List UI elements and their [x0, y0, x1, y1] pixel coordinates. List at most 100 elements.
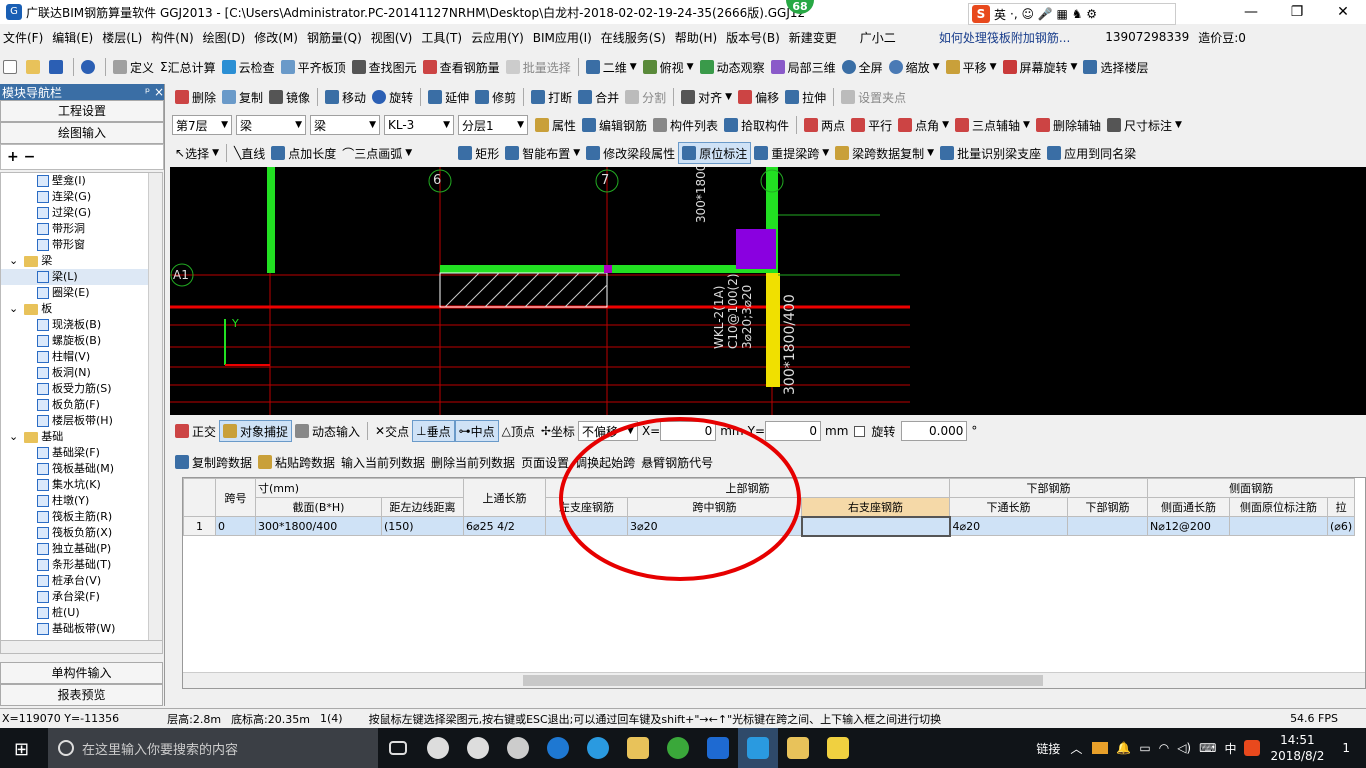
menu-tools[interactable]: 工具(T): [418, 29, 465, 46]
local-3d-button[interactable]: 局部三维: [768, 56, 839, 78]
menu-new-change[interactable]: 新建变更: [786, 29, 840, 46]
tree-item[interactable]: 基础梁(F): [1, 445, 162, 461]
trim-button[interactable]: 修剪: [472, 86, 519, 108]
smart-place-button[interactable]: 智能布置 ▼: [502, 142, 583, 164]
pick-member-button[interactable]: 拾取构件: [721, 114, 792, 136]
midpoint-snap[interactable]: ⊶ 中点: [454, 420, 499, 442]
input-column-button[interactable]: 输入当前列数据: [338, 451, 428, 473]
tree-item[interactable]: 圈梁(E): [1, 285, 162, 301]
dynamic-view-button[interactable]: 动态观察: [697, 56, 768, 78]
menu-help[interactable]: 帮助(H): [672, 29, 720, 46]
chevron-down-icon[interactable]: ⌄: [9, 253, 18, 269]
cell-top-through[interactable]: 6⌀25 4/2: [463, 516, 546, 536]
tray-bell-icon[interactable]: 🔔: [1116, 741, 1131, 755]
user-phone[interactable]: 13907298339: [1102, 30, 1192, 44]
member-list-button[interactable]: 构件列表: [650, 114, 721, 136]
cad-canvas[interactable]: 6 7 A1 Y 300*1800 300*1800/400 WKL-2(1A)…: [170, 167, 1366, 415]
cell-bottom[interactable]: [1067, 516, 1148, 536]
tree-item[interactable]: 板负筋(F): [1, 397, 162, 413]
re-extract-span-button[interactable]: 重提梁跨 ▼: [751, 142, 832, 164]
tree-item[interactable]: 柱帽(V): [1, 349, 162, 365]
ie-blue-app-icon[interactable]: [578, 728, 618, 768]
tree-item[interactable]: 板洞(N): [1, 365, 162, 381]
align-top-button[interactable]: 平齐板顶: [278, 56, 349, 78]
rotate-button[interactable]: 旋转: [369, 86, 416, 108]
tray-monitor-icon[interactable]: [1092, 742, 1109, 754]
tree-item[interactable]: 板受力筋(S): [1, 381, 162, 397]
properties-button[interactable]: 属性: [532, 114, 579, 136]
edit-rebar-button[interactable]: 编辑钢筋: [579, 114, 650, 136]
tree-item[interactable]: 带形洞: [1, 221, 162, 237]
expand-collapse-icons[interactable]: + −: [0, 144, 164, 170]
cell-side-inplace[interactable]: [1229, 516, 1328, 536]
dimension-button[interactable]: 尺寸标注 ▼: [1104, 114, 1185, 136]
open-file-button[interactable]: [23, 56, 46, 78]
point-length-button[interactable]: 点加长度: [268, 142, 339, 164]
select-button[interactable]: ↖ 选择 ▼: [172, 142, 222, 164]
align-button[interactable]: 对齐 ▼: [678, 86, 735, 108]
layer-select[interactable]: 分层1 ▼: [458, 115, 528, 135]
stretch-button[interactable]: 拉伸: [782, 86, 829, 108]
table-hscrollbar[interactable]: [183, 672, 1365, 688]
find-element-button[interactable]: 查找图元: [349, 56, 420, 78]
pin-close-icon[interactable]: ᵖ ×: [145, 85, 164, 99]
move-button[interactable]: 移动: [322, 86, 369, 108]
cell-section[interactable]: 300*1800/400: [255, 516, 382, 536]
tree-item[interactable]: 筏板主筋(R): [1, 509, 162, 525]
type-select[interactable]: 梁 ▼: [310, 115, 380, 135]
tree-item[interactable]: 条形基础(T): [1, 557, 162, 573]
tree-folder[interactable]: ⌄ 梁: [1, 253, 162, 269]
member-select[interactable]: KL-3 ▼: [384, 115, 454, 135]
point-angle-button[interactable]: 点角 ▼: [895, 114, 952, 136]
tree-item[interactable]: 独立基础(P): [1, 541, 162, 557]
offset-button[interactable]: 偏移: [735, 86, 782, 108]
split-button[interactable]: 分割: [622, 86, 669, 108]
tree-item[interactable]: 集水坑(K): [1, 477, 162, 493]
task-view-icon[interactable]: [378, 728, 418, 768]
tree-folder[interactable]: ⌄ 板: [1, 301, 162, 317]
notification-count[interactable]: 1: [1342, 741, 1350, 755]
cloud-check-button[interactable]: 云检查: [219, 56, 278, 78]
tree-item[interactable]: 现浇板(B): [1, 317, 162, 333]
tree-item[interactable]: 柱墩(Y): [1, 493, 162, 509]
tray-keyboard-icon[interactable]: ⌨: [1199, 741, 1216, 755]
copy-button[interactable]: 复制: [219, 86, 266, 108]
tray-sogou-icon[interactable]: [1244, 740, 1261, 756]
ime-tools[interactable]: ·, ☺ 🎤 ▦ ♞ ⚙: [1010, 7, 1097, 21]
floor-select[interactable]: 第7层 ▼: [172, 115, 232, 135]
cell-side-through[interactable]: N⌀12@200: [1147, 516, 1230, 536]
tree-folder[interactable]: ⌄ 基础: [1, 429, 162, 445]
taskbar-search[interactable]: 在这里输入你要搜索的内容: [48, 728, 378, 768]
chrome-like-app-icon[interactable]: [498, 728, 538, 768]
pan-button[interactable]: 平移 ▼: [943, 56, 1000, 78]
undo-button[interactable]: [78, 56, 101, 78]
apply-same-button[interactable]: 应用到同名梁: [1044, 142, 1139, 164]
menu-online[interactable]: 在线服务(S): [598, 29, 669, 46]
tree-item[interactable]: 梁(L): [1, 269, 162, 285]
chevron-down-icon[interactable]: ⌄: [9, 301, 18, 317]
intersection-snap[interactable]: ✕ 交点: [372, 420, 412, 442]
menu-assistant[interactable]: 广小二: [857, 29, 899, 46]
copy-span-button[interactable]: 复制跨数据: [172, 451, 255, 473]
tree-hscrollbar[interactable]: [0, 640, 163, 654]
project-settings-button[interactable]: 工程设置: [0, 100, 164, 122]
line-button[interactable]: ╲ 直线: [231, 142, 268, 164]
tray-battery-icon[interactable]: ▭: [1139, 741, 1150, 755]
menu-edit[interactable]: 编辑(E): [49, 29, 96, 46]
mirror-button[interactable]: 镜像: [266, 86, 313, 108]
ortho-toggle[interactable]: 正交: [172, 420, 219, 442]
help-app-icon[interactable]: [818, 728, 858, 768]
ggj-app-icon[interactable]: [738, 728, 778, 768]
cell-tie[interactable]: (⌀6): [1326, 516, 1356, 536]
ime-mode[interactable]: 英: [994, 6, 1006, 23]
ime-toolbar[interactable]: S 英 ·, ☺ 🎤 ▦ ♞ ⚙: [968, 3, 1176, 25]
question-link[interactable]: 如何处理筏板附加钢筋...: [936, 29, 1073, 46]
batch-select-button[interactable]: 批量选择: [503, 56, 574, 78]
2d-view-button[interactable]: 二维 ▼: [583, 56, 640, 78]
restore-button[interactable]: ❐: [1274, 0, 1320, 24]
cell-span[interactable]: 0: [215, 516, 256, 536]
menu-modify[interactable]: 修改(M): [251, 29, 301, 46]
perpendicular-snap[interactable]: ⊥ 垂点: [412, 420, 455, 442]
glodon-app-icon[interactable]: [698, 728, 738, 768]
tree-item[interactable]: 楼层板带(H): [1, 413, 162, 429]
